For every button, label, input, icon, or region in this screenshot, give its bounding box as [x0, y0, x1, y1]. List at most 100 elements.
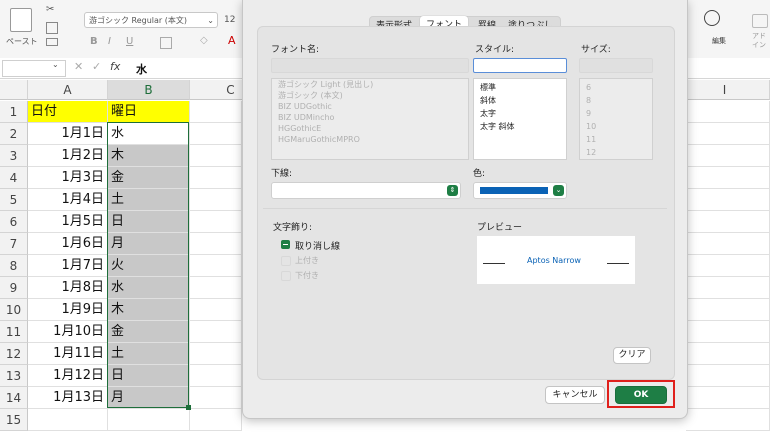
table-cell[interactable] — [686, 343, 770, 365]
table-cell[interactable] — [686, 211, 770, 233]
table-cell[interactable] — [190, 101, 242, 123]
italic-button[interactable]: I — [108, 36, 111, 47]
table-cell[interactable]: 土 — [108, 189, 190, 211]
row-header[interactable]: 13 — [0, 365, 28, 387]
strikethrough-checkbox[interactable] — [281, 240, 290, 249]
row-header[interactable]: 14 — [0, 387, 28, 409]
list-item[interactable]: BIZ UDMincho — [272, 112, 468, 123]
font-color-icon[interactable]: A — [228, 34, 236, 47]
fx-icon[interactable]: fx — [110, 60, 120, 73]
table-cell[interactable] — [108, 409, 190, 431]
list-item[interactable]: 太字 — [474, 108, 566, 119]
row-header[interactable]: 8 — [0, 255, 28, 277]
table-cell[interactable] — [190, 277, 242, 299]
table-cell[interactable] — [28, 409, 108, 431]
row-header[interactable]: 11 — [0, 321, 28, 343]
table-cell[interactable] — [686, 123, 770, 145]
row-header[interactable]: 2 — [0, 123, 28, 145]
table-cell[interactable]: 1月1日 — [28, 123, 108, 145]
list-item[interactable]: HGGothicE — [272, 123, 468, 134]
list-item[interactable]: 游ゴシック (本文) — [272, 90, 468, 101]
style-input[interactable] — [473, 58, 567, 73]
table-cell[interactable]: 1月5日 — [28, 211, 108, 233]
table-cell[interactable]: 金 — [108, 167, 190, 189]
font-size-select[interactable]: 12 — [224, 12, 240, 28]
search-icon[interactable] — [704, 10, 720, 26]
list-item[interactable]: 6 — [580, 82, 652, 93]
table-cell[interactable] — [686, 167, 770, 189]
table-cell[interactable]: 金 — [108, 321, 190, 343]
fill-handle[interactable] — [186, 405, 191, 410]
font-name-select[interactable]: 游ゴシック Regular (本文) ⌄ — [84, 12, 218, 28]
table-cell[interactable]: 水 — [108, 277, 190, 299]
row-header[interactable]: 3 — [0, 145, 28, 167]
table-cell[interactable]: 月 — [108, 387, 190, 409]
ok-button[interactable]: OK — [615, 386, 667, 404]
list-item[interactable]: 游ゴシック Light (見出し) — [272, 79, 468, 90]
list-item[interactable]: 8 — [580, 95, 652, 106]
clear-button[interactable]: クリア — [613, 347, 651, 364]
chevron-down-icon[interactable]: ⌄ — [52, 60, 59, 69]
table-cell[interactable]: 1月4日 — [28, 189, 108, 211]
row-header[interactable]: 9 — [0, 277, 28, 299]
list-item[interactable]: BIZ UDGothic — [272, 101, 468, 112]
table-cell[interactable] — [686, 321, 770, 343]
subscript-checkbox[interactable] — [281, 271, 291, 281]
table-cell[interactable] — [190, 387, 242, 409]
table-cell[interactable] — [686, 255, 770, 277]
list-item[interactable]: 太字 斜体 — [474, 121, 566, 132]
table-cell[interactable]: 1月11日 — [28, 343, 108, 365]
underline-button[interactable]: U — [126, 36, 133, 47]
row-header[interactable]: 15 — [0, 409, 28, 431]
table-cell[interactable] — [686, 299, 770, 321]
table-cell[interactable] — [686, 233, 770, 255]
table-cell[interactable] — [190, 409, 242, 431]
list-item[interactable]: 10 — [580, 121, 652, 132]
table-cell[interactable]: 日 — [108, 211, 190, 233]
row-header[interactable]: 10 — [0, 299, 28, 321]
table-cell[interactable]: 1月13日 — [28, 387, 108, 409]
table-cell[interactable] — [190, 255, 242, 277]
list-item[interactable]: 11 — [580, 134, 652, 145]
table-cell[interactable]: 1月8日 — [28, 277, 108, 299]
table-cell[interactable] — [686, 101, 770, 123]
cut-icon[interactable]: ✂ — [46, 4, 54, 15]
table-cell[interactable] — [686, 387, 770, 409]
table-cell[interactable] — [686, 145, 770, 167]
borders-icon[interactable] — [160, 37, 172, 49]
table-cell[interactable] — [190, 145, 242, 167]
enter-icon[interactable]: ✓ — [92, 60, 101, 73]
table-cell[interactable]: 1月12日 — [28, 365, 108, 387]
row-header[interactable]: 1 — [0, 101, 28, 123]
size-input[interactable] — [579, 58, 653, 73]
font-name-input[interactable] — [271, 58, 469, 73]
table-cell[interactable] — [190, 321, 242, 343]
table-cell[interactable] — [190, 211, 242, 233]
row-header[interactable]: 4 — [0, 167, 28, 189]
list-item[interactable]: 9 — [580, 108, 652, 119]
list-item[interactable]: 12 — [580, 147, 652, 158]
column-header-i[interactable]: I — [680, 80, 770, 100]
table-cell[interactable]: 火 — [108, 255, 190, 277]
table-cell[interactable]: 水 — [108, 123, 190, 145]
cancel-button[interactable]: キャンセル — [545, 386, 605, 404]
table-cell[interactable]: 木 — [108, 145, 190, 167]
list-item[interactable]: HGMaruGothicMPRO — [272, 134, 468, 145]
table-cell[interactable] — [190, 123, 242, 145]
table-cell[interactable]: 1月6日 — [28, 233, 108, 255]
table-cell[interactable] — [190, 299, 242, 321]
fill-color-icon[interactable]: ◇ — [200, 35, 208, 46]
table-cell[interactable]: 日付 — [28, 101, 108, 123]
table-cell[interactable]: 1月10日 — [28, 321, 108, 343]
row-header[interactable]: 5 — [0, 189, 28, 211]
row-header[interactable]: 12 — [0, 343, 28, 365]
copy-icon[interactable] — [46, 22, 58, 34]
paste-icon[interactable] — [10, 8, 32, 32]
size-list[interactable]: 6 8 9 10 11 12 — [579, 78, 653, 160]
table-cell[interactable]: 木 — [108, 299, 190, 321]
table-cell[interactable]: 1月7日 — [28, 255, 108, 277]
row-header[interactable]: 7 — [0, 233, 28, 255]
addin-icon[interactable] — [752, 14, 768, 28]
row-header[interactable]: 6 — [0, 211, 28, 233]
color-select[interactable]: ⌄ — [473, 182, 567, 199]
